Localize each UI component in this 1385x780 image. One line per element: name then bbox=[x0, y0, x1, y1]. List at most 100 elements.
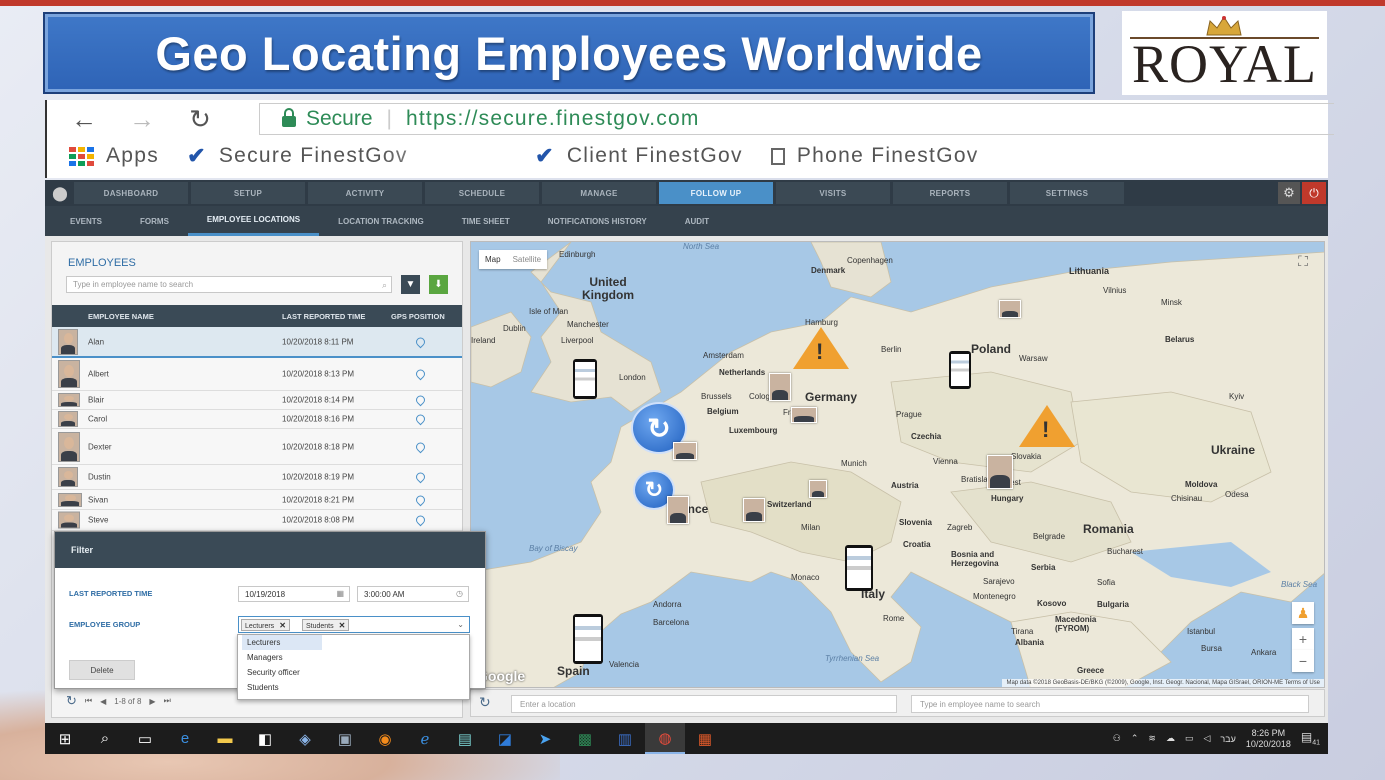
power-icon[interactable]: ⏻ bbox=[1302, 182, 1326, 204]
tab-visits[interactable]: VISITS bbox=[776, 182, 890, 204]
download-button[interactable]: ⬇ bbox=[429, 275, 448, 294]
chevron-down-icon[interactable]: ⌄ bbox=[457, 620, 464, 629]
subtab-audit[interactable]: AUDIT bbox=[666, 206, 728, 236]
col-gps[interactable]: GPS POSITION bbox=[391, 312, 445, 321]
clock-icon[interactable]: ◷ bbox=[456, 589, 463, 598]
map-view[interactable]: Map Satellite ⛶ ♟ + − Edinburgh United K… bbox=[470, 241, 1325, 688]
powerpoint-icon[interactable]: ▦ bbox=[685, 723, 725, 754]
save-icon[interactable]: ▣ bbox=[325, 723, 365, 754]
chevron-up-icon[interactable]: ⌃ bbox=[1131, 733, 1139, 744]
subtab-events[interactable]: EVENTS bbox=[51, 206, 121, 236]
gps-pin-icon[interactable] bbox=[414, 470, 427, 484]
tab-manage[interactable]: MANAGE bbox=[542, 182, 656, 204]
tab-setup[interactable]: SETUP bbox=[191, 182, 305, 204]
col-employee-name[interactable]: EMPLOYEE NAME bbox=[88, 312, 154, 321]
language-indicator[interactable]: עבר bbox=[1220, 734, 1235, 744]
table-row[interactable]: Dustin 10/20/2018 8:19 PM bbox=[52, 465, 462, 490]
employee-search-input[interactable]: Type in employee name to search ⌕ bbox=[66, 276, 392, 293]
app-icon[interactable]: ▤ bbox=[445, 723, 485, 754]
firefox-icon[interactable]: ◉ bbox=[365, 723, 405, 754]
tab-schedule[interactable]: SCHEDULE bbox=[425, 182, 539, 204]
chrome-icon[interactable]: ◍ bbox=[645, 723, 685, 754]
subtab-location-tracking[interactable]: LOCATION TRACKING bbox=[319, 206, 443, 236]
phone-marker-icon[interactable] bbox=[573, 359, 597, 399]
employee-group-select[interactable]: Lecturers ✕ Students ✕ ⌄ bbox=[238, 616, 470, 633]
calendar-icon[interactable]: ▦ bbox=[336, 589, 344, 598]
notifications-icon[interactable]: ▤41 bbox=[1301, 730, 1320, 746]
wifi-icon[interactable]: ≋ bbox=[1148, 733, 1156, 744]
gps-pin-icon[interactable] bbox=[414, 440, 427, 453]
bookmark-secure-finestgov[interactable]: ✔ Secure FinestGov bbox=[187, 143, 507, 169]
store-icon[interactable]: ◧ bbox=[245, 723, 285, 754]
subtab-employee-locations[interactable]: EMPLOYEE LOCATIONS bbox=[187, 206, 320, 236]
dropdown-option[interactable]: Students bbox=[238, 680, 469, 695]
date-input[interactable]: 10/19/2018 ▦ bbox=[238, 586, 350, 602]
time-input[interactable]: 3:00:00 AM ◷ bbox=[357, 586, 469, 602]
location-input[interactable]: Enter a location bbox=[511, 695, 897, 713]
zoom-out-button[interactable]: − bbox=[1292, 650, 1314, 672]
gps-pin-icon[interactable] bbox=[414, 412, 427, 426]
excel-icon[interactable]: ▩ bbox=[565, 723, 605, 754]
tab-activity[interactable]: ACTIVITY bbox=[308, 182, 422, 204]
dropdown-option[interactable]: Lecturers bbox=[242, 635, 322, 650]
tab-reports[interactable]: REPORTS bbox=[893, 182, 1007, 204]
employee-marker-avatar[interactable] bbox=[999, 300, 1021, 318]
refresh-icon[interactable]: ↻ bbox=[66, 693, 77, 709]
gear-icon[interactable]: ⚙ bbox=[1278, 182, 1300, 204]
employee-marker-avatar[interactable] bbox=[791, 407, 817, 423]
zoom-in-button[interactable]: + bbox=[1292, 628, 1314, 650]
remove-tag-icon[interactable]: ✕ bbox=[279, 621, 286, 630]
subtab-notifications-history[interactable]: NOTIFICATIONS HISTORY bbox=[529, 206, 666, 236]
table-row[interactable]: Albert 10/20/2018 8:13 PM bbox=[52, 358, 462, 391]
start-icon[interactable]: ⊞ bbox=[45, 723, 85, 754]
table-row[interactable]: Carol 10/20/2018 8:16 PM bbox=[52, 410, 462, 429]
tab-follow-up[interactable]: FOLLOW UP bbox=[659, 182, 773, 204]
street-view-icon[interactable]: ♟ bbox=[1292, 602, 1314, 624]
bookmark-apps[interactable]: Apps bbox=[69, 144, 159, 168]
employee-marker-avatar[interactable] bbox=[743, 498, 765, 522]
internet-explorer-icon[interactable]: ℯ bbox=[405, 723, 445, 754]
edge-icon[interactable]: e bbox=[165, 723, 205, 754]
tab-dashboard[interactable]: DASHBOARD bbox=[74, 182, 188, 204]
app-icon[interactable]: ◈ bbox=[285, 723, 325, 754]
remove-tag-icon[interactable]: ✕ bbox=[339, 621, 346, 630]
reload-icon[interactable]: ↻ bbox=[185, 104, 215, 135]
battery-icon[interactable]: ▭ bbox=[1185, 733, 1194, 744]
forward-icon[interactable]: → bbox=[127, 104, 157, 135]
volume-icon[interactable]: ◁ bbox=[1203, 733, 1210, 744]
word-icon[interactable]: ▥ bbox=[605, 723, 645, 754]
table-row[interactable]: Sivan 10/20/2018 8:21 PM bbox=[52, 490, 462, 510]
clock[interactable]: 8:26 PM 10/20/2018 bbox=[1246, 728, 1291, 750]
employee-marker-avatar[interactable] bbox=[673, 442, 697, 460]
gps-pin-icon[interactable] bbox=[414, 493, 427, 506]
fullscreen-icon[interactable]: ⛶ bbox=[1292, 250, 1314, 272]
outlook-icon[interactable]: ◪ bbox=[485, 723, 525, 754]
warning-marker-icon[interactable]: ! bbox=[1019, 405, 1075, 447]
dropdown-option[interactable]: Managers bbox=[238, 650, 469, 665]
gps-pin-icon[interactable] bbox=[414, 335, 427, 348]
filter-button[interactable]: ▼ bbox=[401, 275, 420, 294]
delete-button[interactable]: Delete bbox=[69, 660, 135, 680]
subtab-forms[interactable]: FORMS bbox=[121, 206, 188, 236]
bookmark-client-finestgov[interactable]: ✔ Client FinestGov bbox=[535, 143, 743, 169]
tab-settings[interactable]: SETTINGS bbox=[1010, 182, 1124, 204]
employee-marker-avatar[interactable] bbox=[769, 373, 791, 401]
table-row[interactable]: Dexter 10/20/2018 8:18 PM bbox=[52, 429, 462, 465]
phone-marker-icon[interactable] bbox=[573, 614, 603, 664]
subtab-time-sheet[interactable]: TIME SHEET bbox=[443, 206, 529, 236]
phone-marker-icon[interactable] bbox=[845, 545, 873, 591]
last-page-icon[interactable]: ⏭ bbox=[164, 696, 171, 706]
file-explorer-icon[interactable]: ▬ bbox=[205, 723, 245, 754]
employee-marker-avatar[interactable] bbox=[809, 480, 827, 498]
gps-pin-icon[interactable] bbox=[414, 393, 427, 407]
gps-pin-icon[interactable] bbox=[414, 367, 427, 381]
map-type-satellite[interactable]: Satellite bbox=[507, 250, 547, 269]
address-bar[interactable]: Secure | https://secure.finestgov.com bbox=[259, 103, 1334, 135]
next-page-icon[interactable]: ▶ bbox=[149, 697, 155, 706]
employee-marker-avatar[interactable] bbox=[667, 496, 689, 524]
bookmark-phone-finestgov[interactable]: Phone FinestGov bbox=[770, 144, 1101, 168]
employee-marker-avatar[interactable] bbox=[987, 455, 1013, 489]
refresh-icon[interactable]: ↻ bbox=[479, 694, 491, 711]
people-icon[interactable]: ⚇ bbox=[1113, 733, 1121, 744]
search-icon[interactable]: ⌕ bbox=[85, 723, 125, 754]
